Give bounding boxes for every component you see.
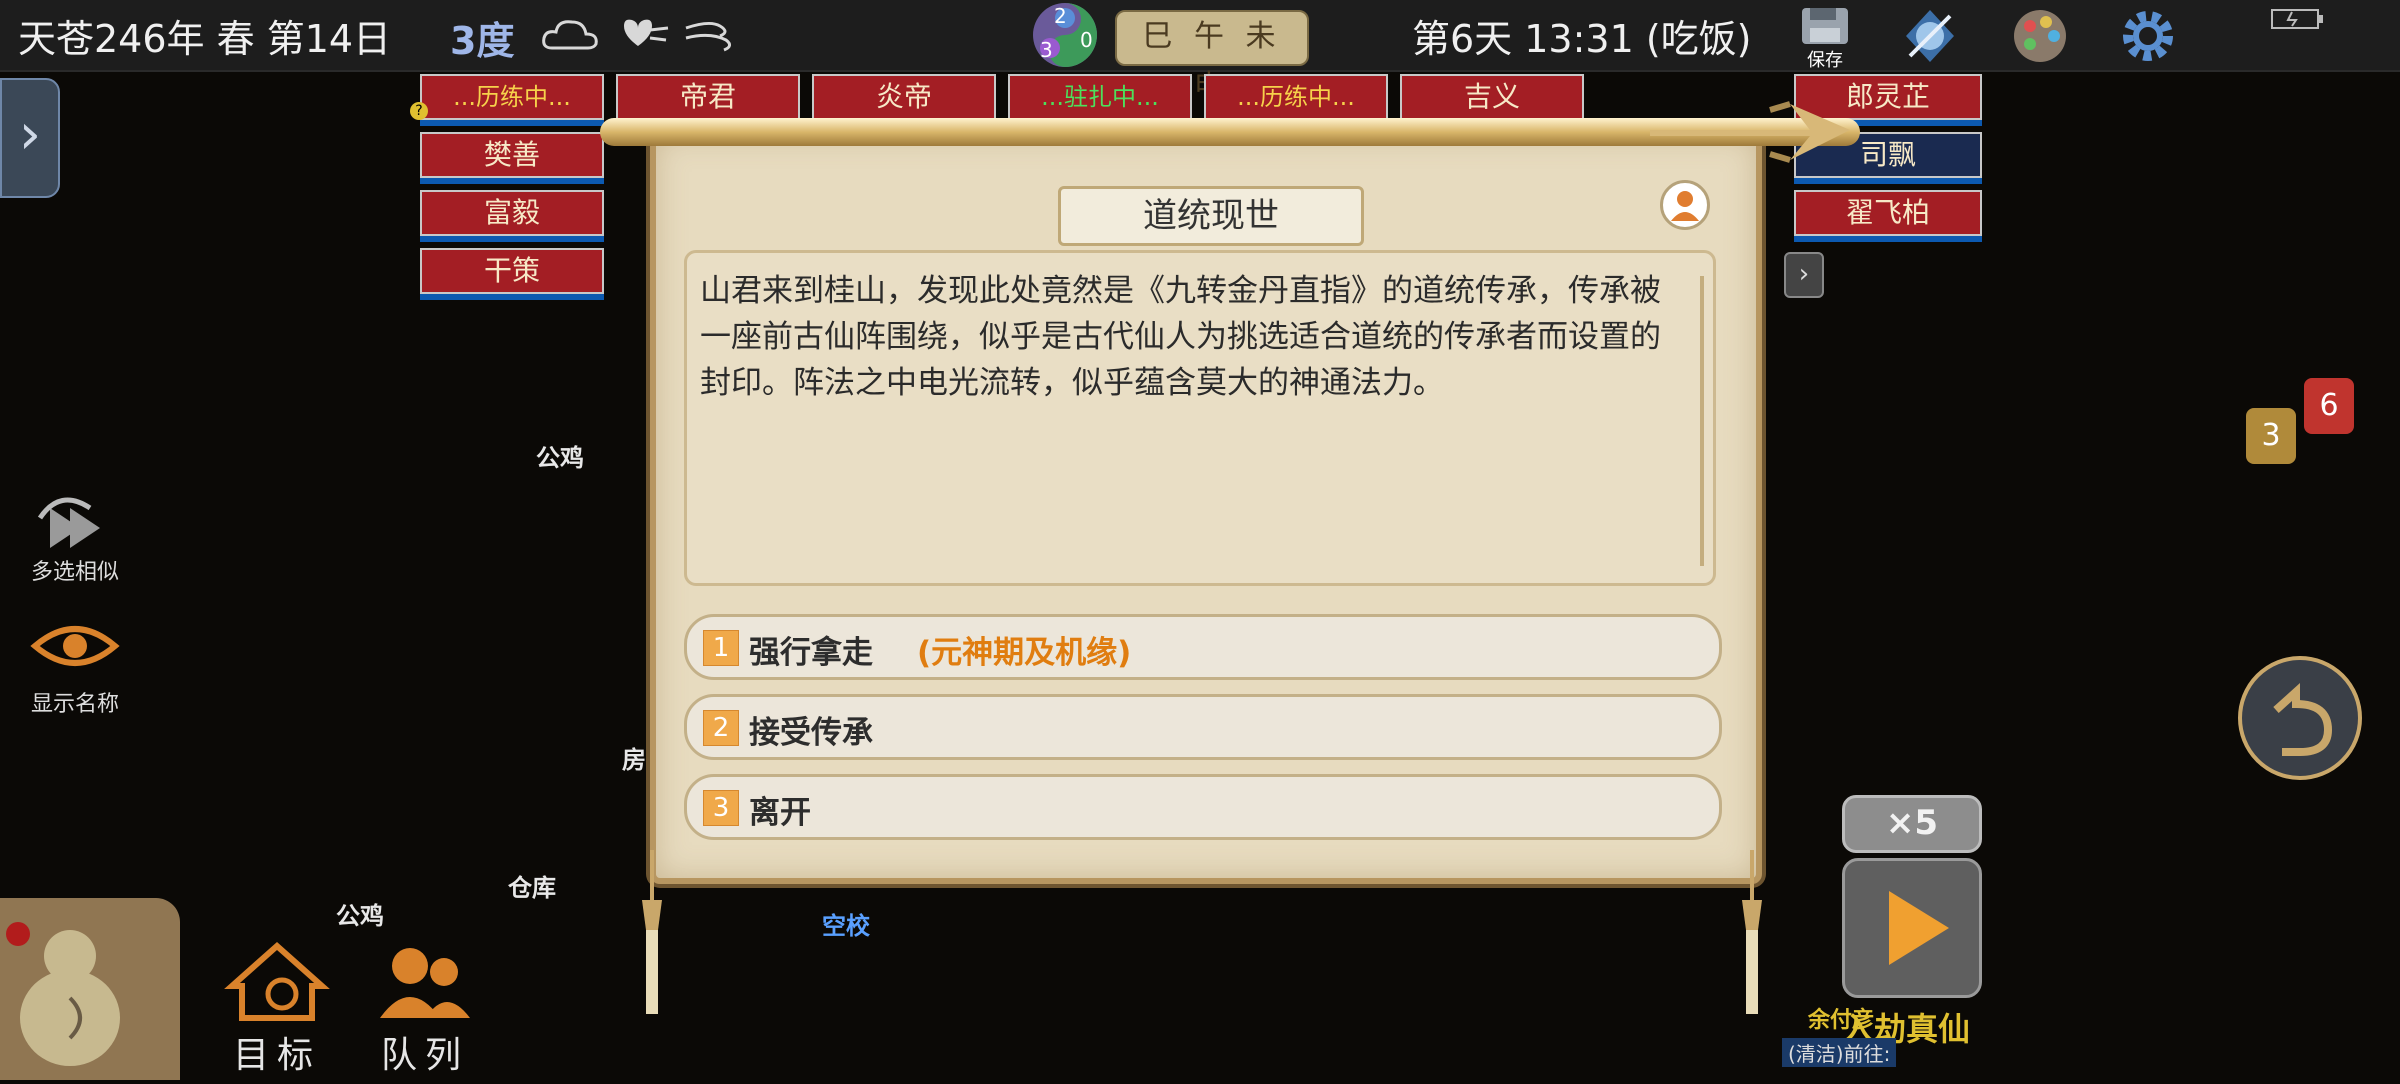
person-icon	[1671, 191, 1699, 221]
undo-arrow-icon	[2273, 683, 2333, 756]
option-number: 3	[703, 790, 739, 826]
help-icon[interactable]: ?	[410, 102, 428, 120]
option-label: 接受传承	[749, 715, 873, 751]
team-icon	[380, 948, 470, 1018]
compass-icon[interactable]	[1900, 6, 1960, 66]
time-of-day-clock: 巳 午 未 申	[1115, 10, 1309, 104]
yin-yang-count-left: 3	[1040, 38, 1053, 62]
game-date: 天苍246年 春 第14日	[18, 17, 392, 61]
target-button[interactable]: 目标	[222, 936, 332, 1076]
dialog-option[interactable]: 3 离开	[684, 774, 1722, 840]
play-icon	[1889, 891, 1949, 965]
status-action: (清洁)前往:	[1782, 1038, 1897, 1067]
dialog-option[interactable]: 1 强行拿走 (元神期及机缘)	[684, 614, 1722, 680]
character-tag[interactable]: 炎帝	[812, 74, 996, 120]
character-tag[interactable]: 帝君	[616, 74, 800, 120]
multi-select-label: 多选相似	[30, 560, 119, 585]
message-bubble-red[interactable]: 6	[2304, 378, 2354, 434]
message-bubble-yellow[interactable]: 3	[2246, 408, 2296, 464]
yin-yang-count-right: 0	[1080, 28, 1093, 52]
dialog-option[interactable]: 2 接受传承	[684, 694, 1722, 760]
speed-multiplier-button[interactable]: ×5	[1842, 795, 1982, 853]
yin-yang-count-top: 2	[1054, 4, 1067, 28]
dialog-title: 道统现世	[1058, 186, 1364, 246]
back-button[interactable]	[2238, 656, 2362, 780]
arrow-ornament-icon	[1640, 90, 1870, 180]
gourd-item-icon[interactable]	[0, 898, 180, 1080]
tassel-icon	[1740, 850, 1764, 1020]
option-number: 2	[703, 710, 739, 746]
map-label-warehouse[interactable]: 仓库	[508, 868, 556, 903]
character-tag[interactable]: ...历练中...	[420, 74, 604, 120]
character-tag[interactable]: 富毅	[420, 190, 604, 236]
target-label: 目标	[232, 1035, 321, 1076]
show-names-button[interactable]: 显示名称	[20, 612, 130, 717]
heart-wind-icon	[610, 14, 670, 54]
palette-icon[interactable]	[2010, 6, 2070, 66]
tassel-icon	[640, 850, 664, 1020]
map-label-house[interactable]: 房	[622, 740, 646, 775]
dialog-body-text: 山君来到桂山，发现此处竟然是《九转金丹直指》的道统传承，传承被一座前古仙阵围绕，…	[700, 273, 1661, 401]
save-button[interactable]: 保存	[1796, 4, 1854, 71]
multi-select-icon	[37, 497, 100, 548]
option-number: 1	[703, 630, 739, 666]
queue-button[interactable]: 队列	[370, 936, 480, 1076]
character-tag[interactable]: 樊善	[420, 132, 604, 178]
day-time: 第6天 13:31 (吃饭)	[1412, 17, 1752, 61]
map-label-rooster[interactable]: 公鸡	[336, 896, 384, 931]
eye-icon	[30, 626, 120, 666]
play-button[interactable]	[1842, 858, 1982, 998]
gear-icon[interactable]	[2118, 6, 2178, 66]
save-label: 保存	[1807, 50, 1843, 71]
option-note: (元神期及机缘)	[917, 635, 1132, 671]
text-scrollbar[interactable]	[1700, 276, 1704, 566]
map-label-empty-school[interactable]: 空校	[822, 906, 870, 941]
character-tag[interactable]: ...驻扎中...	[1008, 74, 1192, 120]
show-names-label: 显示名称	[30, 692, 119, 717]
house-target-icon	[224, 941, 330, 1021]
multi-select-button[interactable]: 多选相似	[20, 488, 130, 585]
expand-panel-button[interactable]: ›	[0, 78, 60, 198]
queue-label: 队列	[380, 1035, 469, 1076]
wind-icon	[680, 14, 740, 54]
avatar-button[interactable]	[1660, 180, 1710, 230]
temperature: 3度	[450, 19, 515, 63]
map-label-rooster[interactable]: 公鸡	[536, 438, 584, 473]
character-tag[interactable]: ...历练中...	[1204, 74, 1388, 120]
next-page-arrow-icon[interactable]: ›	[1784, 252, 1824, 298]
option-label: 离开	[749, 795, 811, 831]
battery-icon	[2270, 6, 2326, 32]
option-label: 强行拿走	[749, 635, 873, 671]
character-tag[interactable]: 干策	[420, 248, 604, 294]
character-tag[interactable]: 吉义	[1400, 74, 1584, 120]
character-tag[interactable]: 翟飞柏	[1794, 190, 1982, 236]
cloud-icon	[540, 14, 600, 54]
